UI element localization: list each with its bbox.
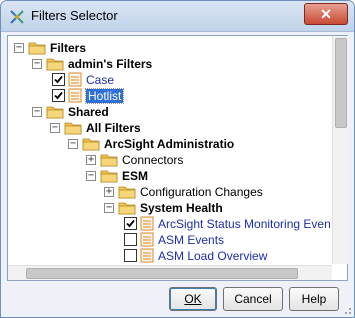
tree-row[interactable]: − ArcSight Administratio: [8, 136, 332, 152]
tree-item-label[interactable]: All Filters: [86, 121, 141, 135]
filter-document-icon: [140, 248, 154, 263]
close-button[interactable]: ✕: [304, 3, 348, 25]
tree-row[interactable]: − Shared: [8, 104, 332, 120]
expand-icon[interactable]: +: [104, 187, 114, 197]
collapse-icon[interactable]: −: [32, 59, 42, 69]
filter-item-label[interactable]: Hotlist: [84, 88, 125, 104]
filters-tree-panel: − Filters − admin's Filters Case Hotlist − Shar…: [7, 35, 348, 281]
title-bar[interactable]: Filters Selector ✕: [1, 1, 354, 32]
horizontal-scrollbar[interactable]: [8, 265, 332, 280]
filter-checkbox[interactable]: [124, 233, 137, 246]
tree-item-label[interactable]: Connectors: [122, 153, 183, 167]
horizontal-scroll-thumb[interactable]: [26, 268, 298, 279]
tree-row[interactable]: + Connectors: [8, 152, 332, 168]
filter-document-icon: [68, 72, 82, 87]
folder-icon: [100, 168, 118, 183]
checkmark-icon: [54, 91, 63, 100]
vertical-scrollbar[interactable]: [332, 36, 348, 264]
tree-row[interactable]: − Filters: [8, 40, 332, 56]
tree-item-label[interactable]: Configuration Changes: [140, 185, 263, 199]
filter-document-icon: [68, 88, 82, 103]
folder-icon: [46, 56, 64, 71]
filter-document-icon: [140, 216, 154, 231]
filters-icon: [10, 10, 24, 24]
expand-icon[interactable]: +: [86, 155, 96, 165]
filter-checkbox[interactable]: [52, 89, 65, 102]
cancel-button[interactable]: Cancel: [223, 287, 283, 311]
filter-item-label[interactable]: Case: [86, 73, 114, 87]
tree-row[interactable]: − All Filters: [8, 120, 332, 136]
collapse-icon[interactable]: −: [32, 107, 42, 117]
folder-icon: [100, 152, 118, 167]
filters-selector-dialog: Filters Selector ✕ − Filters − admin's Filt…: [0, 0, 355, 318]
filter-item-label[interactable]: ASM Events: [158, 233, 224, 247]
folder-icon: [28, 40, 46, 55]
cancel-button-label: Cancel: [234, 292, 272, 306]
folder-icon: [46, 104, 64, 119]
tree-row[interactable]: − ESM: [8, 168, 332, 184]
filter-item-label[interactable]: ASM Load Overview: [158, 249, 267, 263]
tree-row[interactable]: − System Health: [8, 200, 332, 216]
tree-item-label[interactable]: Filters: [50, 41, 86, 55]
filter-document-icon: [140, 232, 154, 247]
vertical-scroll-thumb[interactable]: [335, 38, 347, 128]
ok-button-label: OK: [184, 292, 202, 306]
filters-tree[interactable]: − Filters − admin's Filters Case Hotlist − Shar…: [8, 36, 332, 264]
close-icon: ✕: [320, 6, 332, 22]
tree-row[interactable]: ArcSight Status Monitoring Even: [8, 216, 332, 232]
tree-item-label[interactable]: ESM: [122, 169, 148, 183]
tree-item-label[interactable]: System Health: [140, 201, 223, 215]
filter-checkbox[interactable]: [124, 217, 137, 230]
collapse-icon[interactable]: −: [50, 123, 60, 133]
collapse-icon[interactable]: −: [86, 171, 96, 181]
folder-icon: [118, 200, 136, 215]
tree-row[interactable]: ASM Events: [8, 232, 332, 248]
tree-item-label[interactable]: admin's Filters: [68, 57, 152, 71]
window-title: Filters Selector: [31, 8, 118, 23]
collapse-icon[interactable]: −: [14, 43, 24, 53]
folder-icon: [64, 120, 82, 135]
tree-item-label[interactable]: ArcSight Administratio: [104, 137, 234, 151]
filter-checkbox[interactable]: [124, 249, 137, 262]
tree-row[interactable]: ASM Load Overview: [8, 248, 332, 264]
tree-row[interactable]: + Configuration Changes: [8, 184, 332, 200]
folder-icon: [118, 184, 136, 199]
help-button[interactable]: Help: [289, 287, 339, 311]
collapse-icon[interactable]: −: [104, 203, 114, 213]
tree-row[interactable]: Hotlist: [8, 88, 332, 104]
tree-row[interactable]: − admin's Filters: [8, 56, 332, 72]
tree-row[interactable]: Case: [8, 72, 332, 88]
ok-button[interactable]: OK: [169, 287, 217, 311]
filter-item-label[interactable]: ArcSight Status Monitoring Even: [158, 217, 331, 231]
resize-grip-icon[interactable]: [342, 305, 352, 315]
checkmark-icon: [126, 219, 135, 228]
checkmark-icon: [54, 75, 63, 84]
folder-icon: [82, 136, 100, 151]
help-button-label: Help: [301, 292, 327, 306]
tree-item-label[interactable]: Shared: [68, 105, 109, 119]
collapse-icon[interactable]: −: [68, 139, 78, 149]
filter-checkbox[interactable]: [52, 73, 65, 86]
